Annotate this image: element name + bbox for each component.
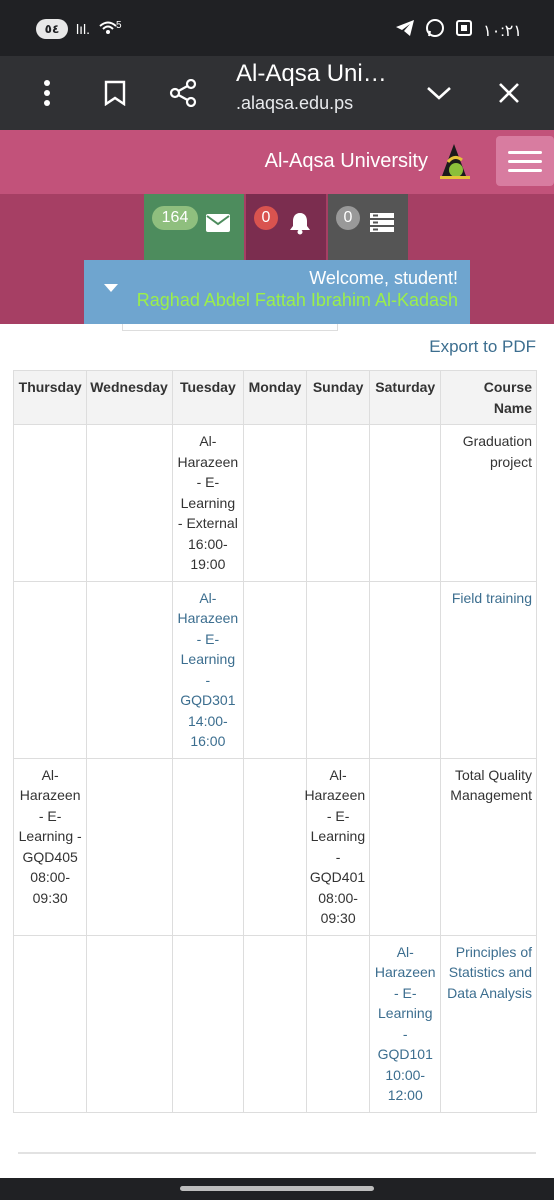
course-cell: Graduation project bbox=[440, 424, 537, 582]
header-tuesday: Tuesday bbox=[171, 370, 244, 425]
close-icon[interactable] bbox=[484, 68, 534, 118]
menu-toggle-button[interactable] bbox=[496, 136, 554, 186]
gesture-bar bbox=[0, 1178, 554, 1200]
whatsapp-icon bbox=[425, 18, 445, 43]
wifi-icon bbox=[98, 20, 118, 39]
menu-bar-2 bbox=[508, 159, 542, 163]
slot-link[interactable]: Al-Harazeen - E-Learning - GQD301 14:00-… bbox=[171, 580, 244, 759]
slot-cell bbox=[12, 934, 88, 1113]
home-handle[interactable] bbox=[180, 1186, 374, 1191]
slot-cell: Al-Harazeen - E-Learning - GQD405 08:00-… bbox=[12, 757, 88, 936]
table-row: Total Quality Management Al-Harazeen - E… bbox=[12, 757, 537, 936]
course-link[interactable]: Field training bbox=[440, 580, 537, 759]
slot-cell bbox=[171, 934, 244, 1113]
slot-cell bbox=[171, 757, 244, 936]
schedule-table: Course Name Saturday Sunday Monday Tuesd… bbox=[12, 370, 537, 1113]
alerts-count: 0 bbox=[254, 206, 278, 230]
slot-cell bbox=[369, 424, 442, 582]
messages-count: 164 bbox=[152, 206, 198, 230]
menu-bar-3 bbox=[508, 168, 542, 172]
university-logo[interactable] bbox=[434, 140, 474, 184]
slot-cell bbox=[242, 424, 308, 582]
slot-cell bbox=[369, 580, 442, 759]
screenshot-icon bbox=[455, 19, 473, 42]
slot-cell: Al-Harazeen - E-Learning - External 16:0… bbox=[171, 424, 244, 582]
brand-name[interactable]: Al-Aqsa University bbox=[265, 150, 428, 173]
header-saturday: Saturday bbox=[369, 370, 442, 425]
tasks-icon bbox=[370, 213, 394, 238]
messages-tile[interactable]: 164 bbox=[144, 194, 244, 260]
more-options-icon[interactable] bbox=[22, 68, 72, 118]
status-left: ٥٤ lıl. 5 bbox=[36, 19, 122, 39]
menu-bar-1 bbox=[508, 150, 542, 154]
welcome-greeting: Welcome, student! bbox=[309, 268, 458, 288]
envelope-icon bbox=[206, 214, 230, 237]
page-title: Al-Aqsa Uni… bbox=[236, 60, 387, 87]
chevron-down-icon[interactable] bbox=[414, 68, 464, 118]
header-wednesday: Wednesday bbox=[86, 370, 173, 425]
slot-cell bbox=[86, 424, 173, 582]
export-pdf-link[interactable]: Export to PDF bbox=[429, 337, 536, 357]
user-welcome-dropdown[interactable]: Welcome, student! Raghad Abdel Fattah Ib… bbox=[84, 260, 470, 324]
slot-cell bbox=[306, 934, 371, 1113]
slot-cell bbox=[242, 934, 308, 1113]
slot-cell bbox=[369, 757, 442, 936]
bell-icon bbox=[288, 211, 312, 240]
footer-divider bbox=[18, 1152, 536, 1154]
clock-time: ١٠:٢١ bbox=[483, 22, 522, 40]
page-url: .alaqsa.edu.ps bbox=[236, 93, 354, 113]
slot-cell bbox=[12, 580, 88, 759]
table-row: Principles of Statistics and Data Analys… bbox=[12, 934, 537, 1113]
student-name: Raghad Abdel Fattah Ibrahim Al-Kadash bbox=[136, 290, 458, 310]
slot-cell bbox=[242, 757, 308, 936]
battery-pill: ٥٤ bbox=[36, 19, 68, 39]
telegram-icon bbox=[395, 19, 415, 42]
wifi-badge: 5 bbox=[116, 19, 122, 31]
slot-cell bbox=[306, 424, 371, 582]
share-icon[interactable] bbox=[158, 68, 208, 118]
slot-cell: Al-Harazeen - E-Learning - GQD401 08:00-… bbox=[304, 757, 371, 936]
header-course: Course Name bbox=[440, 370, 537, 425]
table-header-row: Course Name Saturday Sunday Monday Tuesd… bbox=[12, 370, 537, 425]
slot-cell bbox=[12, 424, 88, 582]
slot-cell bbox=[86, 757, 173, 936]
slot-link[interactable]: Al-Harazeen - E-Learning - GQD101 10:00-… bbox=[369, 934, 442, 1113]
slot-cell bbox=[86, 580, 173, 759]
table-row: Graduation project Al-Harazeen - E-Learn… bbox=[12, 424, 537, 582]
alerts-tile[interactable]: 0 bbox=[246, 194, 326, 260]
slot-cell bbox=[306, 580, 371, 759]
course-link[interactable]: Principles of Statistics and Data Analys… bbox=[440, 934, 537, 1113]
slot-cell bbox=[242, 580, 308, 759]
header-thursday: Thursday bbox=[12, 370, 88, 425]
status-right: ١٠:٢١ bbox=[395, 18, 522, 43]
course-cell: Total Quality Management bbox=[440, 757, 537, 936]
table-row: Field training Al-Harazeen - E-Learning … bbox=[12, 580, 537, 759]
slot-cell bbox=[86, 934, 173, 1113]
tasks-count: 0 bbox=[336, 206, 360, 230]
header-sunday: Sunday bbox=[306, 370, 371, 425]
signal-icon: lıl. bbox=[76, 21, 90, 37]
tasks-tile[interactable]: 0 bbox=[328, 194, 408, 260]
caret-down-icon bbox=[104, 284, 118, 292]
header-monday: Monday bbox=[242, 370, 308, 425]
bookmark-icon[interactable] bbox=[90, 68, 140, 118]
status-bar: ٥٤ lıl. 5 ١٠:٢١ bbox=[0, 0, 554, 56]
dropdown-edge bbox=[122, 324, 338, 331]
